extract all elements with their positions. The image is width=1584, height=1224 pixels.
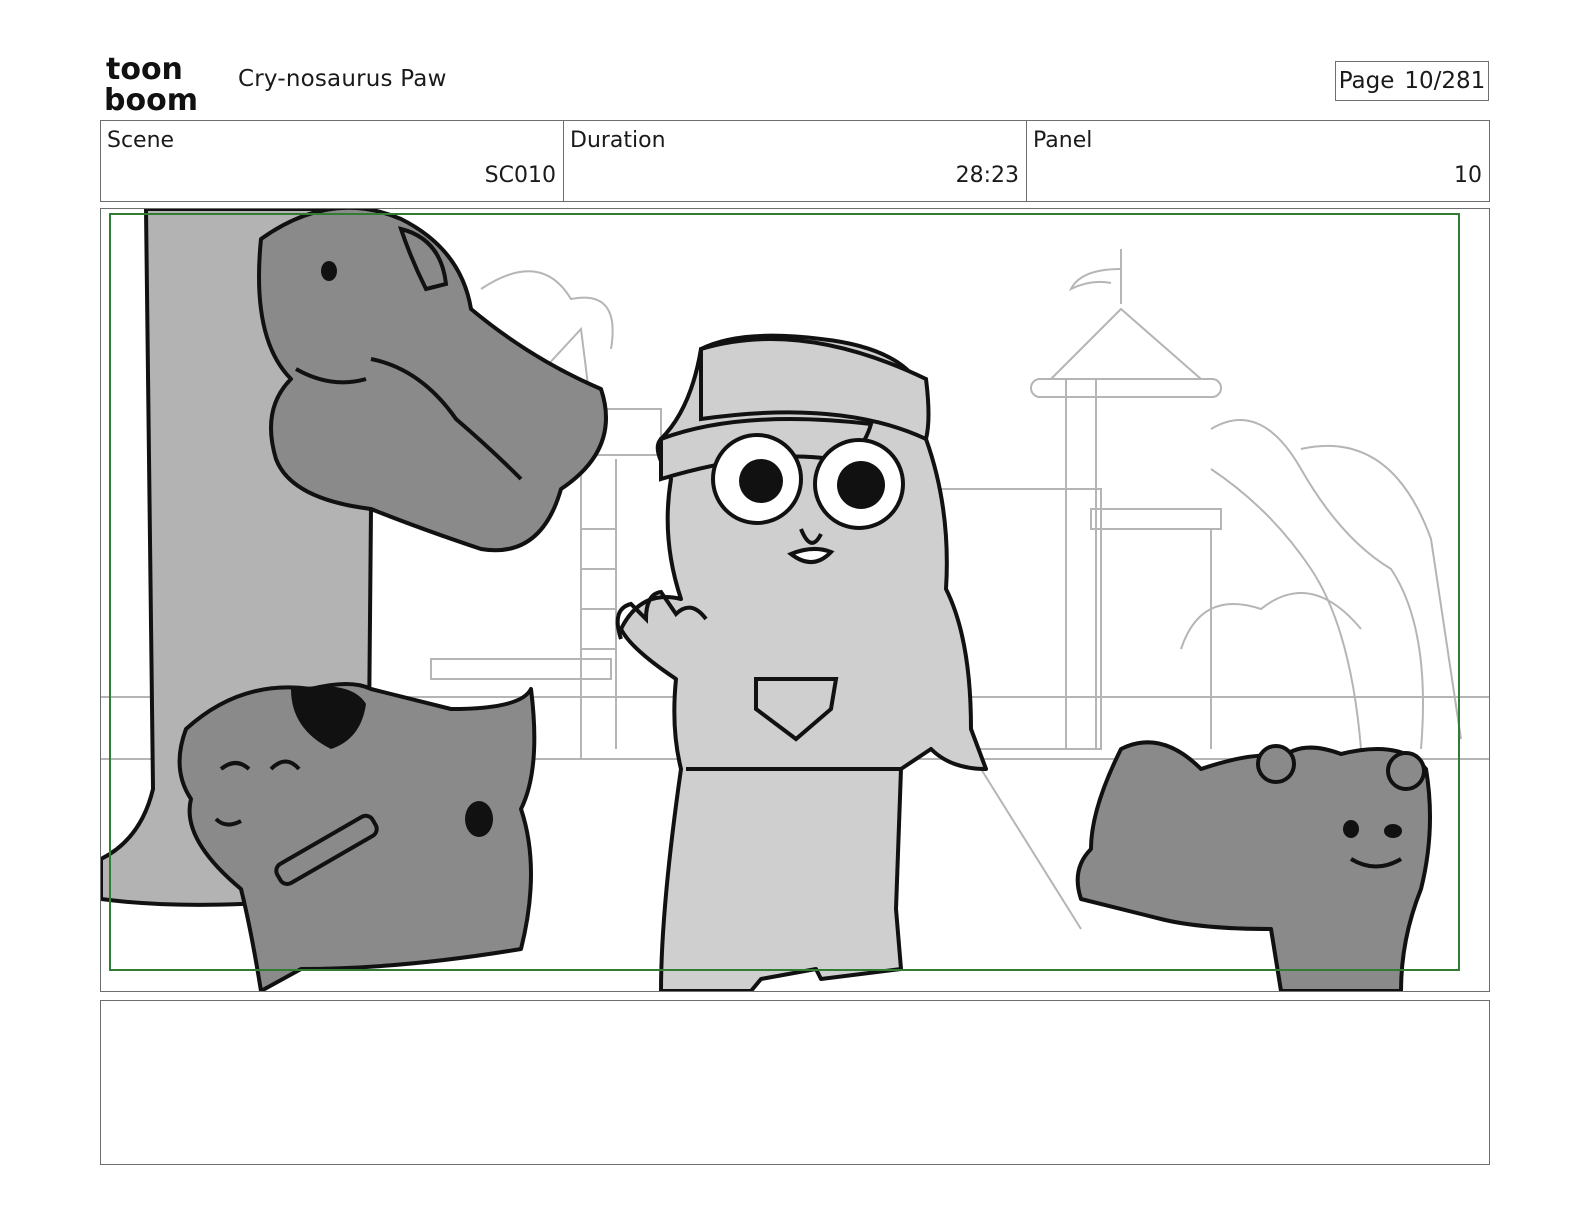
panel-notes-box[interactable] (100, 1000, 1490, 1165)
duration-cell: Duration 28:23 (563, 121, 1026, 201)
dog-bottom-left (177, 682, 537, 991)
girl-character (615, 333, 988, 991)
page-indicator: Page 10/281 (1335, 61, 1489, 101)
duration-label: Duration (570, 128, 666, 153)
panel-drawing (101, 209, 1489, 991)
logo-line-top: toon (106, 52, 183, 87)
project-title: Cry-nosaurus Paw (238, 66, 447, 92)
duration-value: 28:23 (955, 163, 1019, 188)
panel-info-row: Scene SC010 Duration 28:23 Panel 10 (100, 120, 1490, 202)
scene-value: SC010 (484, 163, 556, 188)
storyboard-panel-image (100, 208, 1490, 992)
panel-value: 10 (1454, 163, 1482, 188)
dog-bottom-right (1075, 740, 1432, 991)
logo-line-bottom: boom (104, 83, 198, 112)
panel-number-cell: Panel 10 (1026, 121, 1489, 201)
scene-label: Scene (107, 128, 175, 153)
panel-label: Panel (1033, 128, 1093, 153)
scene-cell: Scene SC010 (101, 121, 563, 201)
page-number: 10/281 (1404, 68, 1486, 94)
toonboom-logo: toon boom (104, 52, 198, 112)
page-label: Page (1338, 68, 1395, 94)
